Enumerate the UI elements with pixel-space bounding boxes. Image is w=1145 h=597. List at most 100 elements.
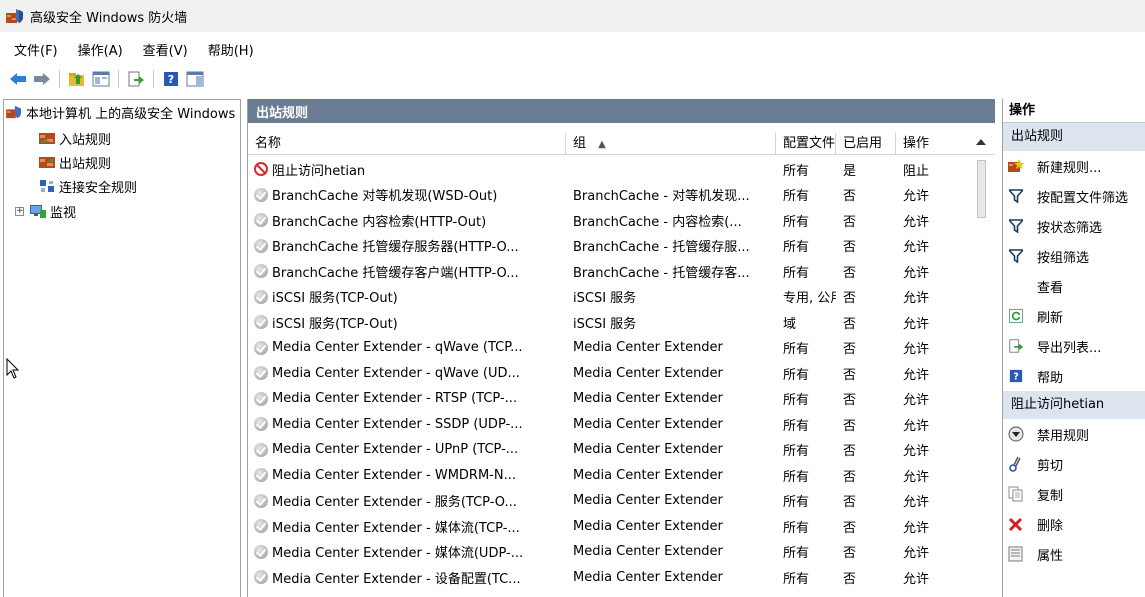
forward-arrow-icon[interactable]: [32, 69, 52, 89]
allow-rule-icon: [254, 213, 268, 227]
table-row[interactable]: BranchCache 托管缓存客户端(HTTP-O... BranchCache…: [248, 260, 995, 282]
action-item[interactable]: 删除: [1003, 509, 1145, 539]
action-item[interactable]: 禁用规则: [1003, 419, 1145, 449]
cell-group: Media Center Extender: [573, 544, 723, 559]
allow-rule-icon: [254, 238, 268, 253]
rule-name: Media Center Extender - UPnP (TCP-...: [272, 442, 519, 457]
table-row[interactable]: Media Center Extender - UPnP (TCP-... Med…: [248, 439, 995, 461]
action-item[interactable]: 新建规则...: [1003, 151, 1145, 181]
action-item[interactable]: 按配置文件筛选: [1003, 181, 1145, 211]
cell-action: 允许: [903, 265, 930, 281]
column-header-profile[interactable]: 配置文件: [776, 133, 836, 155]
table-row[interactable]: BranchCache 托管缓存服务器(HTTP-O... BranchCache…: [248, 235, 995, 257]
table-row[interactable]: iSCSI 服务(TCP-Out) iSCSI 服务 域 否 允许: [248, 311, 995, 333]
table-row[interactable]: BranchCache 对等机发现(WSD-Out) BranchCache - …: [248, 184, 995, 206]
action-item[interactable]: 按组筛选: [1003, 241, 1145, 271]
cell-name: BranchCache 对等机发现(WSD-Out): [248, 185, 566, 204]
table-row[interactable]: iSCSI 服务(TCP-Out) iSCSI 服务 专用, 公用否 允许: [248, 286, 995, 308]
action-item[interactable]: 刷新: [1003, 301, 1145, 331]
action-item[interactable]: 剪切: [1003, 449, 1145, 479]
table-row[interactable]: Media Center Extender - 设备配置(TC... Media …: [248, 566, 995, 588]
back-arrow-icon[interactable]: [8, 69, 28, 89]
toolbar: ?: [0, 66, 1145, 92]
cell-group: Media Center Extender: [573, 467, 723, 483]
action-item-label: 按组筛选: [1037, 250, 1090, 266]
monitoring-icon: [30, 204, 46, 218]
cell-profile: 所有: [783, 418, 810, 434]
scroll-up-icon[interactable]: [972, 132, 990, 152]
table-row[interactable]: Media Center Extender - qWave (TCP... Med…: [248, 337, 995, 359]
table-row[interactable]: Media Center Extender - 媒体流(TCP-... Media…: [248, 515, 995, 537]
actions-pane: 操作 出站规则 新建规则... 按配置文件筛选 按状态筛选 按组筛选 查看 刷新 导出列表.…: [1002, 99, 1145, 597]
cell-group: Media Center Extender: [573, 416, 723, 432]
scrollbar-thumb[interactable]: [977, 160, 986, 218]
up-folder-icon[interactable]: [67, 69, 87, 89]
action-item[interactable]: 复制: [1003, 479, 1145, 509]
vertical-scrollbar[interactable]: [972, 132, 990, 222]
column-header-action[interactable]: 操作: [896, 133, 956, 155]
table-row[interactable]: Media Center Extender - RTSP (TCP-... Med…: [248, 388, 995, 410]
table-row[interactable]: Media Center Extender - qWave (UD... Medi…: [248, 362, 995, 384]
table-row[interactable]: BranchCache 内容检索(HTTP-Out) BranchCache - …: [248, 209, 995, 231]
rule-name: Media Center Extender - RTSP (TCP-...: [272, 391, 518, 406]
cut-icon: [1007, 455, 1025, 473]
cell-profile: 所有: [783, 367, 810, 383]
cell-action: 允许: [903, 214, 930, 230]
cell-profile: 所有: [783, 214, 810, 230]
tree-item-label: 入站规则: [59, 132, 112, 148]
rule-name: BranchCache 内容检索(HTTP-Out): [272, 214, 487, 230]
menu-action[interactable]: 操作(A): [68, 40, 133, 59]
column-header-name[interactable]: 名称: [248, 133, 566, 155]
rule-name: BranchCache 托管缓存客户端(HTTP-O...: [272, 265, 519, 281]
export-icon[interactable]: [126, 69, 146, 89]
tree-root[interactable]: 本地计算机 上的高级安全 Windows: [6, 102, 235, 122]
column-header-enabled[interactable]: 已启用: [836, 133, 896, 155]
cell-profile: 所有: [783, 163, 810, 179]
cell-enabled: 否: [843, 393, 857, 408]
table-row[interactable]: Media Center Extender - SSDP (UDP-... Med…: [248, 413, 995, 435]
allow-rule-icon: [254, 187, 268, 202]
table-row[interactable]: Media Center Extender - WMDRM-N... Media …: [248, 464, 995, 486]
column-header-group[interactable]: 组 ▲: [566, 133, 776, 155]
tree-root-label: 本地计算机 上的高级安全 Windows: [26, 106, 236, 122]
cell-profile: 所有: [783, 444, 810, 459]
tree-item-inbound-rules[interactable]: 入站规则: [39, 128, 111, 148]
allow-rule-icon: [254, 468, 268, 482]
rule-name: Media Center Extender - qWave (UD...: [272, 365, 520, 381]
cell-enabled: 否: [843, 571, 857, 587]
action-item[interactable]: 导出列表...: [1003, 331, 1145, 361]
menu-help[interactable]: 帮助(H): [198, 40, 264, 59]
copy-icon: [1007, 485, 1025, 503]
help-icon[interactable]: ?: [161, 69, 181, 89]
action-item[interactable]: ? 帮助: [1003, 361, 1145, 391]
rules-panel: 出站规则 名称 组 ▲ 配置文件 已启用 操作 阻止访问hetian 所有 是 阻止 B…: [247, 99, 995, 597]
console-tree-icon[interactable]: [91, 69, 111, 89]
allow-rule-icon: [254, 315, 268, 329]
cell-profile: 所有: [783, 189, 810, 204]
tree-item-monitoring[interactable]: + 监视: [15, 201, 76, 221]
menu-file[interactable]: 文件(F): [4, 40, 68, 59]
menu-view[interactable]: 查看(V): [133, 40, 198, 59]
cell-group: Media Center Extender: [573, 518, 723, 534]
toolbar-separator: [59, 70, 60, 88]
tree-item-label: 监视: [50, 205, 77, 221]
action-pane-icon[interactable]: [185, 69, 205, 89]
action-item-label: 按状态筛选: [1037, 220, 1103, 236]
cell-group: Media Center Extender: [573, 442, 723, 457]
table-row[interactable]: Media Center Extender - 服务(TCP-O... Media…: [248, 490, 995, 512]
table-row[interactable]: 阻止访问hetian 所有 是 阻止: [248, 158, 995, 180]
tree-item-outbound-rules[interactable]: 出站规则: [39, 152, 111, 172]
actions-section-outbound-rules[interactable]: 出站规则: [1003, 123, 1145, 151]
tree-item-connection-security-rules[interactable]: 连接安全规则: [39, 176, 137, 196]
action-item[interactable]: 按状态筛选: [1003, 211, 1145, 241]
rule-name: 阻止访问hetian: [272, 163, 366, 179]
expand-icon[interactable]: +: [15, 206, 24, 216]
cell-enabled: 否: [843, 189, 857, 204]
action-item[interactable]: 属性: [1003, 539, 1145, 569]
table-row[interactable]: Media Center Extender - 媒体流(UDP-... Media…: [248, 541, 995, 563]
cell-enabled: 是: [843, 163, 857, 179]
action-item[interactable]: 查看: [1003, 271, 1145, 301]
actions-section-selected-rule[interactable]: 阻止访问hetian: [1003, 391, 1145, 419]
window-title: 高级安全 Windows 防火墙: [30, 10, 188, 26]
cell-profile: 所有: [783, 546, 810, 561]
